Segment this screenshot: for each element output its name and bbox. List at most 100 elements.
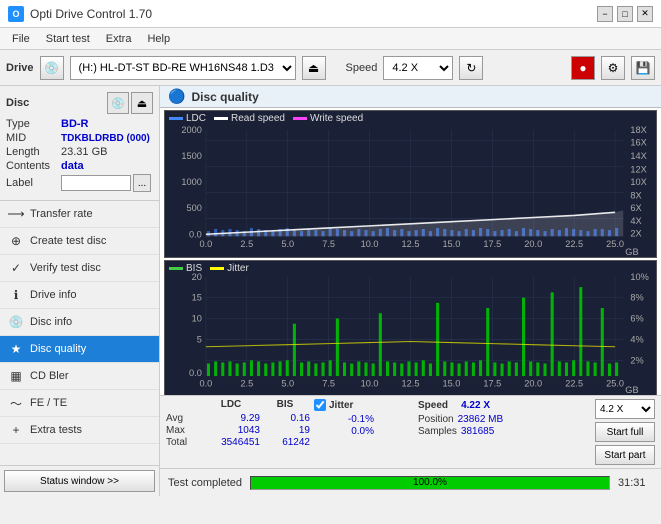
drive-icon-btn[interactable]: 💿 xyxy=(40,56,64,80)
svg-text:16X: 16X xyxy=(630,137,646,147)
disc-section: Disc 💿 ⏏ Type BD-R MID TDKBLDRBD (000) L… xyxy=(0,86,159,201)
samples-value: 381685 xyxy=(461,426,494,437)
fe-te-icon: 〜 xyxy=(8,395,24,411)
drive-selector[interactable]: (H:) HL-DT-ST BD-RE WH16NS48 1.D3 xyxy=(70,56,296,80)
label-input[interactable] xyxy=(61,175,131,191)
max-bis: 19 xyxy=(260,425,310,436)
sidebar-item-label: FE / TE xyxy=(30,397,67,409)
content-area: 🔵 Disc quality LDC Read speed xyxy=(160,86,661,496)
right-controls: 4.2 X Start full Start part xyxy=(595,399,655,465)
max-ldc: 1043 xyxy=(202,425,260,436)
type-label: Type xyxy=(6,118,61,130)
svg-text:5.0: 5.0 xyxy=(281,379,294,389)
cd-bler-icon: ▦ xyxy=(8,368,24,384)
menu-bar: File Start test Extra Help xyxy=(0,28,661,50)
start-part-button[interactable]: Start part xyxy=(595,445,655,465)
disc-quality-header-icon: 🔵 xyxy=(168,88,185,105)
read-speed-legend-item: Read speed xyxy=(214,113,285,124)
refresh-button[interactable]: ↻ xyxy=(459,56,483,80)
disc-quality-title: Disc quality xyxy=(191,90,258,104)
speed-label: Speed xyxy=(346,62,378,74)
svg-text:500: 500 xyxy=(186,203,201,213)
svg-text:0.0: 0.0 xyxy=(200,379,213,389)
maximize-button[interactable]: □ xyxy=(617,6,633,22)
ldc-bis-stats: LDC BIS Avg 9.29 0.16 Max 1043 19 Total … xyxy=(166,399,310,448)
settings-button[interactable]: ⚙ xyxy=(601,56,625,80)
svg-text:15.0: 15.0 xyxy=(442,379,460,389)
svg-text:2.5: 2.5 xyxy=(240,239,253,249)
svg-text:22.5: 22.5 xyxy=(565,239,583,249)
contents-label: Contents xyxy=(6,160,61,172)
sidebar-item-verify-test-disc[interactable]: ✓ Verify test disc xyxy=(0,255,159,282)
ldc-legend-item: LDC xyxy=(169,113,206,124)
create-disc-icon: ⊕ xyxy=(8,233,24,249)
svg-text:8%: 8% xyxy=(630,293,643,303)
sidebar-item-disc-info[interactable]: 💿 Disc info xyxy=(0,309,159,336)
toolbar: Drive 💿 (H:) HL-DT-ST BD-RE WH16NS48 1.D… xyxy=(0,50,661,86)
disc-eject-btn[interactable]: ⏏ xyxy=(131,92,153,114)
svg-text:17.5: 17.5 xyxy=(483,379,501,389)
write-speed-legend-item: Write speed xyxy=(293,113,363,124)
svg-text:10.0: 10.0 xyxy=(361,239,379,249)
speed-control-select[interactable]: 4.2 X xyxy=(595,399,655,419)
sidebar-item-drive-info[interactable]: ℹ Drive info xyxy=(0,282,159,309)
avg-label: Avg xyxy=(166,413,202,424)
app-title: Opti Drive Control 1.70 xyxy=(30,7,152,21)
disc-info-btn[interactable]: 💿 xyxy=(107,92,129,114)
sidebar-item-create-test-disc[interactable]: ⊕ Create test disc xyxy=(0,228,159,255)
sidebar-item-disc-quality[interactable]: ★ Disc quality xyxy=(0,336,159,363)
eject-button[interactable]: ⏏ xyxy=(302,56,326,80)
write-speed-legend-color xyxy=(293,117,307,120)
ldc-chart: LDC Read speed Write speed xyxy=(164,110,657,258)
menu-help[interactable]: Help xyxy=(139,31,178,47)
menu-extra[interactable]: Extra xyxy=(98,31,140,47)
svg-text:2%: 2% xyxy=(630,356,643,366)
svg-text:25.0: 25.0 xyxy=(606,239,624,249)
verify-disc-icon: ✓ xyxy=(8,260,24,276)
close-button[interactable]: ✕ xyxy=(637,6,653,22)
svg-text:1000: 1000 xyxy=(181,177,201,187)
svg-text:10: 10 xyxy=(192,314,202,324)
svg-text:20.0: 20.0 xyxy=(524,239,542,249)
sidebar-item-fe-te[interactable]: 〜 FE / TE xyxy=(0,390,159,417)
sidebar-item-cd-bler[interactable]: ▦ CD Bler xyxy=(0,363,159,390)
app-icon: O xyxy=(8,6,24,22)
svg-text:18X: 18X xyxy=(630,125,646,135)
svg-text:2000: 2000 xyxy=(181,125,201,135)
position-value: 23862 MB xyxy=(458,414,504,425)
sidebar-item-extra-tests[interactable]: + Extra tests xyxy=(0,417,159,444)
disc-quality-header: 🔵 Disc quality xyxy=(160,86,661,108)
svg-text:8X: 8X xyxy=(630,191,641,201)
sidebar-item-transfer-rate[interactable]: ⟶ Transfer rate xyxy=(0,201,159,228)
svg-text:12.5: 12.5 xyxy=(402,379,420,389)
svg-text:0.0: 0.0 xyxy=(200,239,213,249)
svg-text:2.5: 2.5 xyxy=(240,379,253,389)
svg-text:6%: 6% xyxy=(630,314,643,324)
bis-col-header: BIS xyxy=(260,399,310,410)
status-window-button[interactable]: Status window >> xyxy=(4,470,155,492)
svg-text:20.0: 20.0 xyxy=(524,379,542,389)
svg-text:GB: GB xyxy=(625,385,638,395)
length-label: Length xyxy=(6,146,61,158)
menu-start-test[interactable]: Start test xyxy=(38,31,98,47)
start-full-button[interactable]: Start full xyxy=(595,422,655,442)
disc-info-icon: 💿 xyxy=(8,314,24,330)
jitter-stats: Jitter -0.1% 0.0% xyxy=(314,399,414,437)
avg-jitter: -0.1% xyxy=(314,414,374,425)
svg-text:10.0: 10.0 xyxy=(361,379,379,389)
menu-file[interactable]: File xyxy=(4,31,38,47)
speed-selector[interactable]: 4.2 X xyxy=(383,56,453,80)
jitter-col-header: Jitter xyxy=(329,400,353,411)
theme-button[interactable]: ● xyxy=(571,56,595,80)
chart1-svg: 2000 1500 1000 500 0.0 18X 16X 14X 12X 1… xyxy=(165,111,656,257)
extra-tests-icon: + xyxy=(8,422,24,438)
save-button[interactable]: 💾 xyxy=(631,56,655,80)
label-browse-btn[interactable]: ... xyxy=(133,174,151,192)
jitter-checkbox[interactable] xyxy=(314,399,326,411)
minimize-button[interactable]: − xyxy=(597,6,613,22)
svg-text:17.5: 17.5 xyxy=(483,239,501,249)
sidebar: Disc 💿 ⏏ Type BD-R MID TDKBLDRBD (000) L… xyxy=(0,86,160,496)
sidebar-item-label: Drive info xyxy=(30,289,76,301)
avg-ldc: 9.29 xyxy=(202,413,260,424)
ldc-legend-color xyxy=(169,117,183,120)
